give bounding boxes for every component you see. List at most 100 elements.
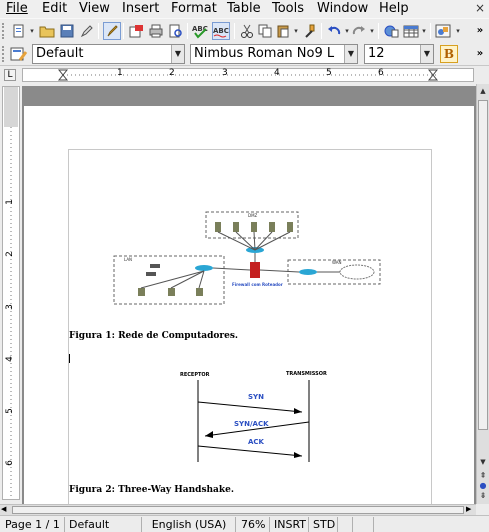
chevron-down-icon[interactable]: ▼ [344, 45, 357, 63]
ruler-number: 3 [4, 304, 15, 310]
cut-icon[interactable] [238, 22, 256, 40]
text-cursor [69, 354, 70, 363]
font-name-combo[interactable]: Nimbus Roman No9 L ▼ [190, 44, 358, 64]
scroll-down-icon[interactable]: ▼ [478, 457, 488, 467]
menu-edit[interactable]: Edit [42, 1, 67, 16]
scroll-thumb[interactable] [12, 506, 464, 514]
handshake-diagram[interactable]: RECEPTOR TRANSMISSOR SYN SYN/ACK ACK [176, 370, 336, 470]
table-icon[interactable] [402, 22, 420, 40]
svg-text:LAN: LAN [124, 257, 132, 262]
redo-dropdown-icon[interactable]: ▾ [368, 22, 376, 40]
menu-format[interactable]: Format [171, 1, 217, 16]
close-document-icon[interactable]: × [475, 1, 485, 15]
scroll-left-icon[interactable]: ◀ [1, 505, 6, 513]
language-indicator[interactable]: English (USA) [143, 517, 236, 532]
styles-formatting-icon[interactable] [10, 45, 28, 63]
scroll-thumb[interactable] [478, 100, 488, 430]
print-preview-icon[interactable] [167, 22, 185, 40]
chevron-down-icon[interactable]: ▼ [171, 45, 184, 63]
svg-text:TRANSMISSOR: TRANSMISSOR [286, 371, 327, 377]
export-pdf-icon[interactable] [127, 22, 145, 40]
ruler-number: 4 [274, 68, 280, 78]
paragraph-style-value: Default [36, 46, 84, 61]
navigation-icon[interactable]: ● [478, 480, 488, 490]
copy-icon[interactable] [256, 22, 274, 40]
menu-help[interactable]: Help [379, 1, 409, 16]
chevron-down-icon[interactable]: ▼ [420, 45, 433, 63]
new-dropdown-icon[interactable]: ▾ [28, 22, 36, 40]
paragraph-style-combo[interactable]: Default ▼ [32, 44, 185, 64]
spellcheck-icon[interactable]: ABC [191, 22, 209, 40]
menu-bar: File Edit View Insert Format Table Tools… [0, 0, 489, 18]
insert-mode[interactable]: INSRT [271, 517, 309, 532]
ruler-number: 1 [117, 68, 123, 78]
svg-text:DMZ: DMZ [248, 213, 258, 218]
menu-file[interactable]: File [6, 1, 28, 16]
table-dropdown-icon[interactable]: ▾ [420, 22, 428, 40]
svg-text:RECEPTOR: RECEPTOR [180, 372, 210, 378]
ruler-number: 3 [222, 68, 228, 78]
autospellcheck-icon[interactable]: ABC [212, 22, 230, 40]
print-icon[interactable] [147, 22, 165, 40]
figure-2-caption: Figura 2: Three-Way Handshake. [69, 485, 234, 495]
previous-page-icon[interactable]: ⇞ [478, 470, 488, 480]
scroll-up-icon[interactable]: ▲ [478, 86, 488, 96]
tab-stop-selector[interactable]: L [4, 69, 16, 81]
page-style[interactable]: Default [66, 517, 142, 532]
draw-dropdown-icon[interactable]: ▾ [454, 22, 462, 40]
menu-insert[interactable]: Insert [122, 1, 159, 16]
menu-window[interactable]: Window [317, 1, 368, 16]
hyperlink-icon[interactable] [382, 22, 400, 40]
document-page[interactable]: DMZ LAN WAN Firewall com Roteador Figura… [24, 106, 474, 504]
svg-text:ABC: ABC [213, 27, 229, 35]
paste-dropdown-icon[interactable]: ▾ [292, 22, 300, 40]
ruler-number: 2 [4, 251, 15, 257]
svg-text:WAN: WAN [332, 260, 341, 265]
svg-text:ACK: ACK [248, 438, 265, 446]
new-document-icon[interactable] [10, 22, 28, 40]
ruler-number: 6 [378, 68, 384, 78]
status-bar: Page 1 / 1 Default English (USA) 76% INS… [0, 515, 489, 532]
menu-view[interactable]: View [79, 1, 110, 16]
bold-icon[interactable]: B [440, 45, 458, 63]
page-indicator[interactable]: Page 1 / 1 [2, 517, 65, 532]
next-page-icon[interactable]: ⇟ [478, 490, 488, 500]
network-diagram[interactable]: DMZ LAN WAN Firewall com Roteador [112, 210, 392, 310]
horizontal-ruler[interactable]: 1 2 3 4 5 6 [22, 68, 474, 82]
selection-mode[interactable]: STD [310, 517, 338, 532]
font-size-combo[interactable]: 12 ▼ [364, 44, 434, 64]
digital-signature-indicator [354, 517, 374, 532]
svg-text:SYN/ACK: SYN/ACK [234, 420, 269, 428]
ruler-number: 4 [4, 356, 15, 362]
standard-toolbar: ▾ ABC ABC ▾ ▾ ▾ ▾ ▾ » [0, 18, 489, 42]
toolbar-overflow-icon[interactable]: » [474, 45, 486, 63]
vertical-scrollbar[interactable]: ▲ ▼ ⇞ ● ⇟ [476, 84, 489, 504]
save-icon[interactable] [58, 22, 76, 40]
menu-tools[interactable]: Tools [272, 1, 304, 16]
vertical-ruler[interactable]: 1 2 3 4 5 6 [2, 86, 20, 500]
redo-icon[interactable] [350, 22, 368, 40]
menu-table[interactable]: Table [227, 1, 261, 16]
font-size-value: 12 [368, 46, 385, 61]
toolbar-grip[interactable] [2, 23, 6, 39]
svg-text:SYN: SYN [248, 393, 264, 401]
toolbar-grip[interactable] [2, 46, 6, 62]
ruler-row: L 1 2 3 4 5 6 [0, 66, 489, 84]
format-paintbrush-icon[interactable] [300, 22, 318, 40]
toolbar-overflow-icon[interactable]: » [474, 22, 486, 40]
show-draw-functions-icon[interactable] [434, 22, 452, 40]
edit-mode-icon[interactable] [103, 22, 121, 40]
document-canvas[interactable]: DMZ LAN WAN Firewall com Roteador Figura… [22, 86, 476, 504]
edit-file-icon[interactable] [78, 22, 96, 40]
horizontal-scrollbar[interactable]: ◀ ▶ [0, 504, 476, 515]
figure-1-caption: Figura 1: Rede de Computadores. [69, 331, 239, 341]
document-modified-indicator [339, 517, 353, 532]
ruler-number: 6 [4, 460, 15, 466]
ruler-number: 5 [326, 68, 332, 78]
paste-icon[interactable] [274, 22, 292, 40]
ruler-number: 2 [169, 68, 175, 78]
zoom-level[interactable]: 76% [238, 517, 270, 532]
undo-icon[interactable] [325, 22, 343, 40]
scroll-right-icon[interactable]: ▶ [466, 505, 471, 513]
open-folder-icon[interactable] [38, 22, 56, 40]
